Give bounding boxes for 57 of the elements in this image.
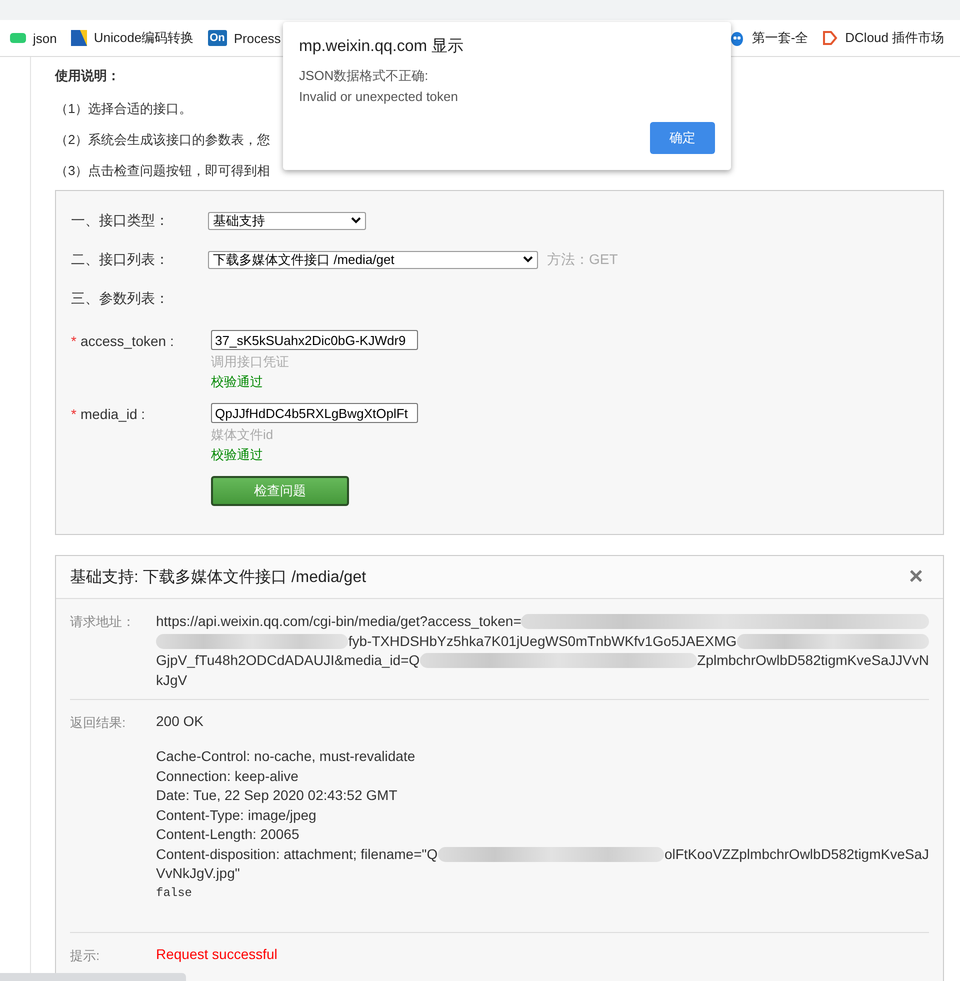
body-text: false <box>156 884 194 902</box>
url-text: kJgV <box>156 670 188 690</box>
url-text: ZplmbchrOwlbD582tigmKveSaJJVvN <box>697 651 929 670</box>
instruction-line: （2）系统会生成该接口的参数表，您 <box>55 131 270 149</box>
response-text: Date: Tue, 22 Sep 2020 02:43:52 GMT <box>156 786 398 805</box>
param-hint: 调用接口凭证 <box>211 353 290 371</box>
select-dropdown[interactable]: 下载多媒体文件接口 /media/get <box>208 250 538 268</box>
input-field[interactable]: 37_sK5kSUahx2Dic0bG-KJWdr9 <box>211 330 418 350</box>
validation-status: 校验通过 <box>211 446 264 464</box>
response-text: olFtKooVZZplmbchrOwlbD582tigmKveSaJ <box>664 844 929 864</box>
dialog-message: Invalid or unexpected token <box>299 88 459 106</box>
row-label: 提示: <box>70 946 101 964</box>
dialog-message: JSON数据格式不正确: <box>299 67 430 85</box>
response-text: Content-Type: image/jpeg <box>156 806 316 825</box>
select-dropdown[interactable]: 基础支持 <box>208 212 366 230</box>
status-text: 200 OK <box>156 713 204 729</box>
param-label: media_id : <box>80 406 146 422</box>
response-text: VvNkJgV.jpg" <box>156 864 240 883</box>
instruction-line: （3）点击检查问题按钮，即可得到相 <box>55 162 270 180</box>
field-label: 三、参数列表： <box>71 290 170 308</box>
field-label: 一、接口类型： <box>71 212 170 230</box>
bookmark[interactable]: Unicode编码转换 <box>70 24 194 52</box>
bookmark[interactable]: On Process <box>208 24 281 52</box>
chevron-down-icon <box>523 256 533 263</box>
response-text: Content-disposition: attachment; filename="Q <box>156 844 438 864</box>
tag-icon <box>822 30 838 46</box>
unicode-icon <box>70 30 87 46</box>
ok-button[interactable]: 确定 <box>650 122 715 154</box>
dialog-title: mp.weixin.qq.com 显示 <box>299 37 464 57</box>
chevron-down-icon <box>351 217 361 224</box>
response-text: Content-Length: 20065 <box>156 825 300 844</box>
url-text: fyb-TXHDSHbYz5hka7K01jUegWS0mTnbWKfv1Go5JAEXMG <box>348 632 737 651</box>
badge-icon: On <box>208 30 227 46</box>
close-button[interactable]: × <box>908 567 923 587</box>
result-message: Request successful <box>156 946 278 962</box>
instructions-heading: 使用说明： <box>55 67 120 85</box>
response-text: Cache-Control: no-cache, must-revalidate <box>156 747 416 766</box>
response-text: Connection: keep-alive <box>156 766 298 786</box>
bookmark[interactable]: json <box>10 24 57 52</box>
json-icon <box>10 33 26 43</box>
field-label: 二、接口列表： <box>71 250 170 268</box>
row-label: 返回结果: <box>70 714 127 732</box>
required-asterisk: * <box>71 333 76 349</box>
scrollbar-thumb[interactable] <box>0 973 186 981</box>
url-text: https://api.weixin.qq.com/cgi-bin/media/get?access_token= <box>156 612 522 631</box>
method-label: 方法：GET <box>547 250 618 268</box>
bookmark[interactable]: 第一套-全 <box>728 24 808 52</box>
instruction-line: （1）选择合适的接口。 <box>55 100 192 118</box>
input-field[interactable]: QpJJfHdDC4b5RXLgBwgXtOplFt <box>211 403 418 423</box>
url-text: GjpV_fTu48h2ODCdADAUJI&media_id=Q <box>156 651 420 670</box>
required-asterisk: * <box>71 406 76 422</box>
row-label: 请求地址： <box>70 613 136 631</box>
result-title: 基础支持: 下载多媒体文件接口 /media/get <box>70 568 366 588</box>
bookmark[interactable]: DCloud 插件市场 <box>822 24 944 52</box>
validation-status: 校验通过 <box>211 373 264 391</box>
param-hint: 媒体文件id <box>211 426 274 444</box>
param-label: access_token : <box>80 333 174 349</box>
